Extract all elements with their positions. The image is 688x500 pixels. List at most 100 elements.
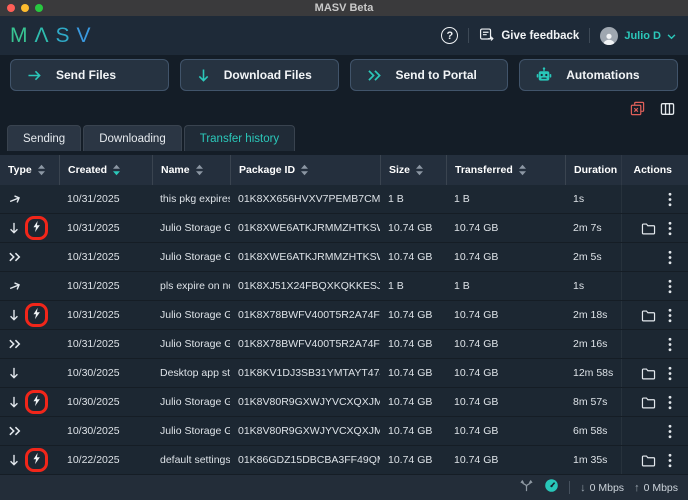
type-cell [0, 272, 59, 300]
table-row[interactable]: 10/22/2025 default settings t… 01K86GDZ1… [0, 446, 688, 475]
help-button[interactable]: ? [441, 27, 459, 44]
row-menu-button[interactable] [668, 424, 672, 439]
tab-sending[interactable]: Sending [7, 125, 82, 151]
open-folder-button[interactable] [641, 396, 656, 409]
package-id-cell: 01K8V80R9GXWJYVCXQXJM6J5MJ [238, 425, 380, 437]
window-title: MASV Beta [314, 2, 374, 14]
sort-icon [113, 164, 121, 176]
row-menu-button[interactable] [668, 250, 672, 265]
tab-downloading[interactable]: Downloading [83, 125, 182, 151]
actions-cell [621, 185, 688, 213]
table-row[interactable]: 10/31/2025 this pkg expires … 01K8XX656H… [0, 185, 688, 214]
duration-cell: 1m 35s [573, 454, 608, 466]
table-row[interactable]: 10/30/2025 Desktop app stre… 01K8KV1DJ3S… [0, 359, 688, 388]
transferred-cell: 10.74 GB [454, 396, 499, 408]
name-cell: Julio Storage Gat… [160, 338, 230, 350]
user-menu-button[interactable]: Julio D [600, 26, 676, 45]
transferred-cell: 10.74 GB [454, 251, 499, 263]
package-id-cell: 01K8X78BWFV400T5R2A74F0FZ2 [238, 338, 380, 350]
table-row[interactable]: 10/31/2025 pls expire on nov… 01K8XJ51X2… [0, 272, 688, 301]
open-folder-button[interactable] [641, 367, 656, 380]
open-folder-button[interactable] [641, 222, 656, 235]
table-row[interactable]: 10/30/2025 Julio Storage Gat… 01K8V80R9G… [0, 388, 688, 417]
table-row[interactable]: 10/31/2025 Julio Storage Gat… 01K8X78BWF… [0, 330, 688, 359]
column-header[interactable]: Name [152, 155, 230, 185]
column-header-label: Name [161, 164, 190, 176]
column-visibility-button[interactable] [660, 102, 675, 119]
created-cell: 10/31/2025 [67, 338, 120, 350]
robot-icon [536, 67, 552, 83]
action-button[interactable]: Automations [519, 59, 678, 91]
actions-cell [621, 388, 688, 416]
row-menu-button[interactable] [668, 221, 672, 236]
actions-cell [621, 272, 688, 300]
column-header[interactable]: Size [380, 155, 446, 185]
status-bar: ↓ 0 Mbps ↑ 0 Mbps [0, 475, 688, 500]
size-cell: 10.74 GB [388, 338, 433, 350]
package-id-cell: 01K8V80R9GXWJYVCXQXJM6J5MJ [238, 396, 380, 408]
package-id-cell: 01K86GDZ15DBCBA3FF49QMWTX9 [238, 454, 380, 466]
download-arrow-icon [197, 68, 210, 83]
row-menu-button[interactable] [668, 279, 672, 294]
chevron-down-icon [667, 28, 676, 43]
column-header-label: Transferred [455, 164, 513, 176]
actions-cell [621, 446, 688, 474]
action-button[interactable]: Send to Portal [349, 59, 509, 91]
size-cell: 10.74 GB [388, 425, 433, 437]
user-avatar [600, 26, 619, 45]
size-cell: 1 B [388, 280, 404, 292]
row-menu-button[interactable] [668, 308, 672, 323]
column-header[interactable]: Created [59, 155, 152, 185]
column-header[interactable]: Package ID [230, 155, 380, 185]
speedometer-icon[interactable] [544, 478, 559, 498]
transferred-cell: 10.74 GB [454, 309, 499, 321]
column-header[interactable]: Duration [565, 155, 621, 185]
actions-cell [621, 243, 688, 271]
action-button-label: Send Files [56, 68, 117, 82]
duration-cell: 12m 58s [573, 367, 614, 379]
table-header-row: Type Created Name Package ID Size Transf… [0, 155, 688, 185]
column-header[interactable]: Transferred [446, 155, 565, 185]
divider [589, 28, 591, 43]
row-menu-button[interactable] [668, 192, 672, 207]
column-header-label: Package ID [239, 164, 296, 176]
open-folder-button[interactable] [641, 454, 656, 467]
tab-transfer-history[interactable]: Transfer history [183, 125, 296, 151]
logo-letter: Λ [34, 23, 56, 47]
logo-letter: M [10, 23, 35, 47]
size-cell: 10.74 GB [388, 367, 433, 379]
table-row[interactable]: 10/31/2025 Julio Storage Gat… 01K8XWE6AT… [0, 214, 688, 243]
name-cell: pls expire on nov… [160, 280, 230, 292]
upload-speed: ↑ 0 Mbps [634, 482, 678, 494]
actions-cell [621, 330, 688, 358]
logo-letter: S [55, 23, 77, 47]
open-folder-button[interactable] [641, 309, 656, 322]
table-row[interactable]: 10/31/2025 Julio Storage Gat… 01K8XWE6AT… [0, 243, 688, 272]
package-id-cell: 01K8XX656HVXV7PEMB7CMKWB… [238, 193, 380, 205]
column-header-label: Size [389, 164, 411, 176]
column-header[interactable]: Actions [621, 155, 688, 185]
table-row[interactable]: 10/30/2025 Julio Storage Gat… 01K8V80R9G… [0, 417, 688, 446]
table-row[interactable]: 10/31/2025 Julio Storage Gat… 01K8X78BWF… [0, 301, 688, 330]
network-route-icon [519, 478, 534, 498]
duration-cell: 2m 7s [573, 222, 602, 234]
row-menu-button[interactable] [668, 337, 672, 352]
row-menu-button[interactable] [668, 366, 672, 381]
actions-cell [621, 359, 688, 387]
type-cell [0, 388, 59, 416]
download-arrow-icon: ↓ [580, 481, 586, 494]
action-button[interactable]: Download Files [179, 59, 339, 91]
upload-speed-value: 0 Mbps [643, 481, 678, 494]
download-speed: ↓ 0 Mbps [580, 482, 624, 494]
row-menu-button[interactable] [668, 395, 672, 410]
action-button[interactable]: Send Files [10, 59, 169, 91]
actions-cell [621, 301, 688, 329]
clear-expired-packages-button[interactable] [630, 101, 645, 119]
give-feedback-button[interactable]: Give feedback [479, 27, 579, 45]
red-annotation-circle [25, 216, 48, 240]
row-menu-button[interactable] [668, 453, 672, 468]
size-cell: 1 B [388, 193, 404, 205]
column-header[interactable]: Type [0, 155, 59, 185]
give-feedback-label: Give feedback [501, 29, 580, 42]
actions-cell [621, 214, 688, 242]
